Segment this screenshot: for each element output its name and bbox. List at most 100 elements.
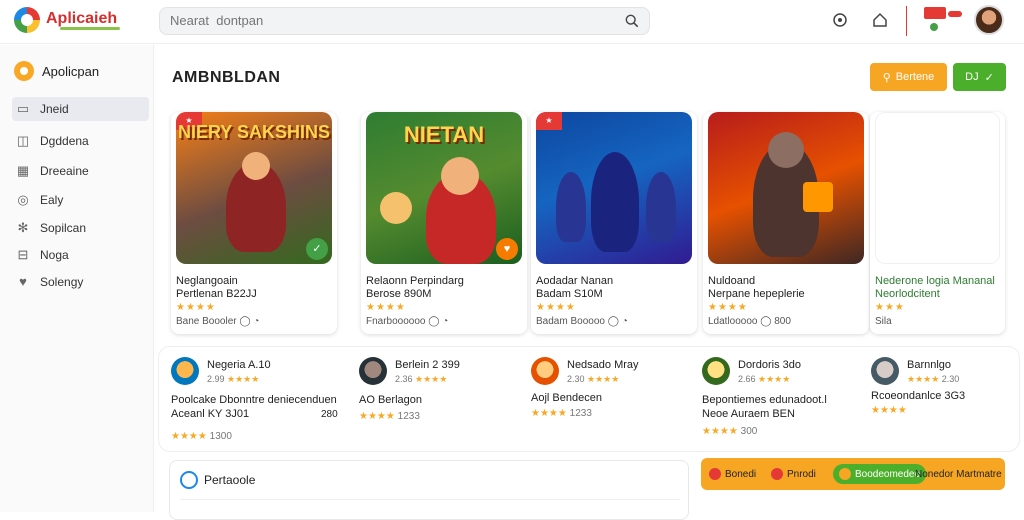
secondary-button[interactable]: DJ ✓ [953, 63, 1006, 91]
app-name-line: Nederone logia Mananal [875, 275, 995, 287]
review-text-line: Bepontiemes edunadoot.l [702, 394, 827, 406]
filter-chip[interactable]: Pnrodi [771, 464, 816, 484]
sidebar-item-ealy[interactable]: ◎ Ealy [12, 188, 149, 212]
review-text-line: Aceanl KY 3J01 [171, 408, 250, 420]
app-thumbnail[interactable]: NIETAN ♥ [366, 112, 522, 264]
user-icon: ⚲ [882, 71, 891, 84]
sidebar-item-dreeaine[interactable]: ▦ Dreeaine [12, 159, 149, 183]
shopping-bag-icon: ◫ [16, 133, 30, 148]
app-card[interactable]: ★ Aodadar Nanan Badam S10M ★★★★ Badam Boo… [531, 112, 697, 334]
reviewer-avatar[interactable] [702, 357, 730, 385]
sidebar-item-label: Solengy [40, 275, 84, 289]
filter-bar: Bonedi Pnrodi Boodeomedeo Nonedor Martma… [701, 458, 1005, 490]
brand-name[interactable]: Aplicaieh [46, 10, 117, 28]
review-rating: 2.66 [738, 374, 756, 384]
sidebar-title[interactable]: Apolicpan [14, 61, 99, 81]
sidebar-title-label: Apolicpan [42, 63, 100, 79]
user-avatar[interactable] [974, 5, 1004, 35]
game-title: NIETAN [403, 122, 485, 147]
reviewer-avatar[interactable] [871, 357, 899, 385]
reviewer-avatar[interactable] [171, 357, 199, 385]
home-icon[interactable] [871, 11, 889, 29]
app-subtitle: Badam S10M [536, 288, 603, 300]
sidebar-item-jneid[interactable]: ▭ Jneid [12, 97, 149, 121]
app-meta: Sila [875, 316, 892, 327]
sidebar-item-solengy[interactable]: ♥ Solengy [12, 270, 149, 294]
review-text-line: Aojl Bendecen [531, 392, 602, 404]
app-thumbnail[interactable] [875, 112, 1000, 264]
app-name: Nederone logia Mananal Neorlodcitent [875, 275, 1000, 301]
heart-badge-icon[interactable]: ♥ [496, 238, 518, 260]
reviewer-avatar[interactable] [531, 357, 559, 385]
review-rating: 2.30 [941, 374, 960, 384]
app-card[interactable]: Nuldoand Nerpane hepeplerie ★★★★ Ldatlooo… [703, 112, 869, 334]
sidebar-item-label: Dgddena [40, 134, 89, 148]
review-text: Poolcake Dbonntre deniecenduen Aceanl KY … [171, 393, 346, 421]
review-footer: ★★★★ [871, 405, 907, 416]
new-badge: ★ [536, 112, 562, 130]
divider [180, 499, 680, 500]
review-side-value: 280 [321, 409, 338, 420]
page-title: AMBNBLDAN [172, 69, 281, 86]
rating-stars: ★★★★ [176, 302, 216, 313]
sidebar-item-label: Jneid [40, 102, 69, 116]
app-card[interactable]: NIETAN ♥ Relaonn Perpindarg Berose 890M ★… [361, 112, 527, 334]
footer-stars: ★★★★ [171, 431, 207, 442]
app-logo[interactable] [14, 7, 40, 33]
rating-stars: ★★★★ [708, 302, 748, 313]
character-figure [556, 172, 586, 242]
play-badge-icon[interactable]: ✓ [306, 238, 328, 260]
sidebar-item-sopilcan[interactable]: ✻ Sopilcan [12, 216, 149, 240]
settings-icon: ✻ [17, 220, 29, 235]
cart-icon: ⊟ [17, 247, 29, 262]
secondary-button-label: DJ [965, 71, 979, 83]
reviewer-name: Negeria A.10 [207, 359, 271, 371]
filter-chip[interactable]: Nonedor Martmatre [915, 464, 1002, 484]
reviewer-avatar[interactable] [359, 357, 387, 385]
footer-stars: ★★★★ [359, 411, 395, 422]
review-stars: 2.66 ★★★★ [738, 374, 790, 385]
filter-chip-active[interactable]: Boodeomedeo [833, 464, 927, 484]
review-text: Bepontiemes edunadoot.l Neoe Auraem BEN [702, 393, 862, 421]
app-thumbnail[interactable] [708, 112, 864, 264]
review-footer: ★★★★ 1233 [359, 411, 420, 422]
app-card[interactable]: ★ NIERY SAKSHINS ✓ Neglangoain Pertlenan … [171, 112, 337, 334]
sidebar-item-dgddena[interactable]: ◫ Dgddena [12, 129, 149, 153]
notification-flag-icon[interactable] [922, 5, 966, 33]
app-card[interactable]: Nederone logia Mananal Neorlodcitent ★★★ … [870, 112, 1005, 334]
review-stars: 2.36 ★★★★ [395, 374, 447, 385]
dot-icon [771, 468, 783, 480]
search-icon[interactable] [625, 14, 639, 28]
review-rating: 2.99 [207, 374, 225, 384]
compass-icon [180, 471, 198, 489]
file-icon: ▭ [16, 101, 30, 116]
filter-chip-label: Nonedor Martmatre [915, 468, 1002, 480]
app-subtitle: Pertlenan B22JJ [176, 288, 257, 300]
footer-stars: ★★★★ [531, 408, 567, 419]
review-star-glyphs: ★★★★ [758, 374, 791, 384]
search-bar[interactable] [159, 7, 650, 35]
app-thumbnail[interactable]: ★ [536, 112, 692, 264]
gear-icon[interactable] [831, 11, 849, 29]
app-subtitle: Nerpane hepeplerie [708, 288, 805, 300]
primary-button[interactable]: ⚲ Bertene [870, 63, 947, 91]
review-footer: ★★★★ 300 [702, 426, 757, 437]
sidebar-item-label: Dreeaine [40, 164, 89, 178]
filter-chip[interactable]: Bonedi [709, 464, 756, 484]
character-figure [646, 172, 676, 242]
app-name-line: Nuldoand [708, 275, 756, 287]
top-bar: Aplicaieh [0, 0, 1024, 44]
sidebar-item-label: Ealy [40, 193, 64, 207]
app-name-line: Neglangoain [176, 275, 238, 287]
review-text-line: Poolcake Dbonntre deniecenduen [171, 394, 337, 406]
footer-stars: ★★★★ [702, 426, 738, 437]
review-stars: 2.99 ★★★★ [207, 374, 259, 385]
character-figure [591, 152, 639, 252]
grid-icon: ▦ [16, 163, 30, 178]
footer-value: 300 [740, 426, 758, 437]
review-stars: ★★★★ 2.30 [907, 374, 959, 385]
search-input[interactable] [170, 13, 610, 28]
sidebar-item-noga[interactable]: ⊟ Noga [12, 243, 149, 267]
game-title: NIERY SAKSHINS [177, 122, 331, 142]
app-thumbnail[interactable]: ★ NIERY SAKSHINS ✓ [176, 112, 332, 264]
